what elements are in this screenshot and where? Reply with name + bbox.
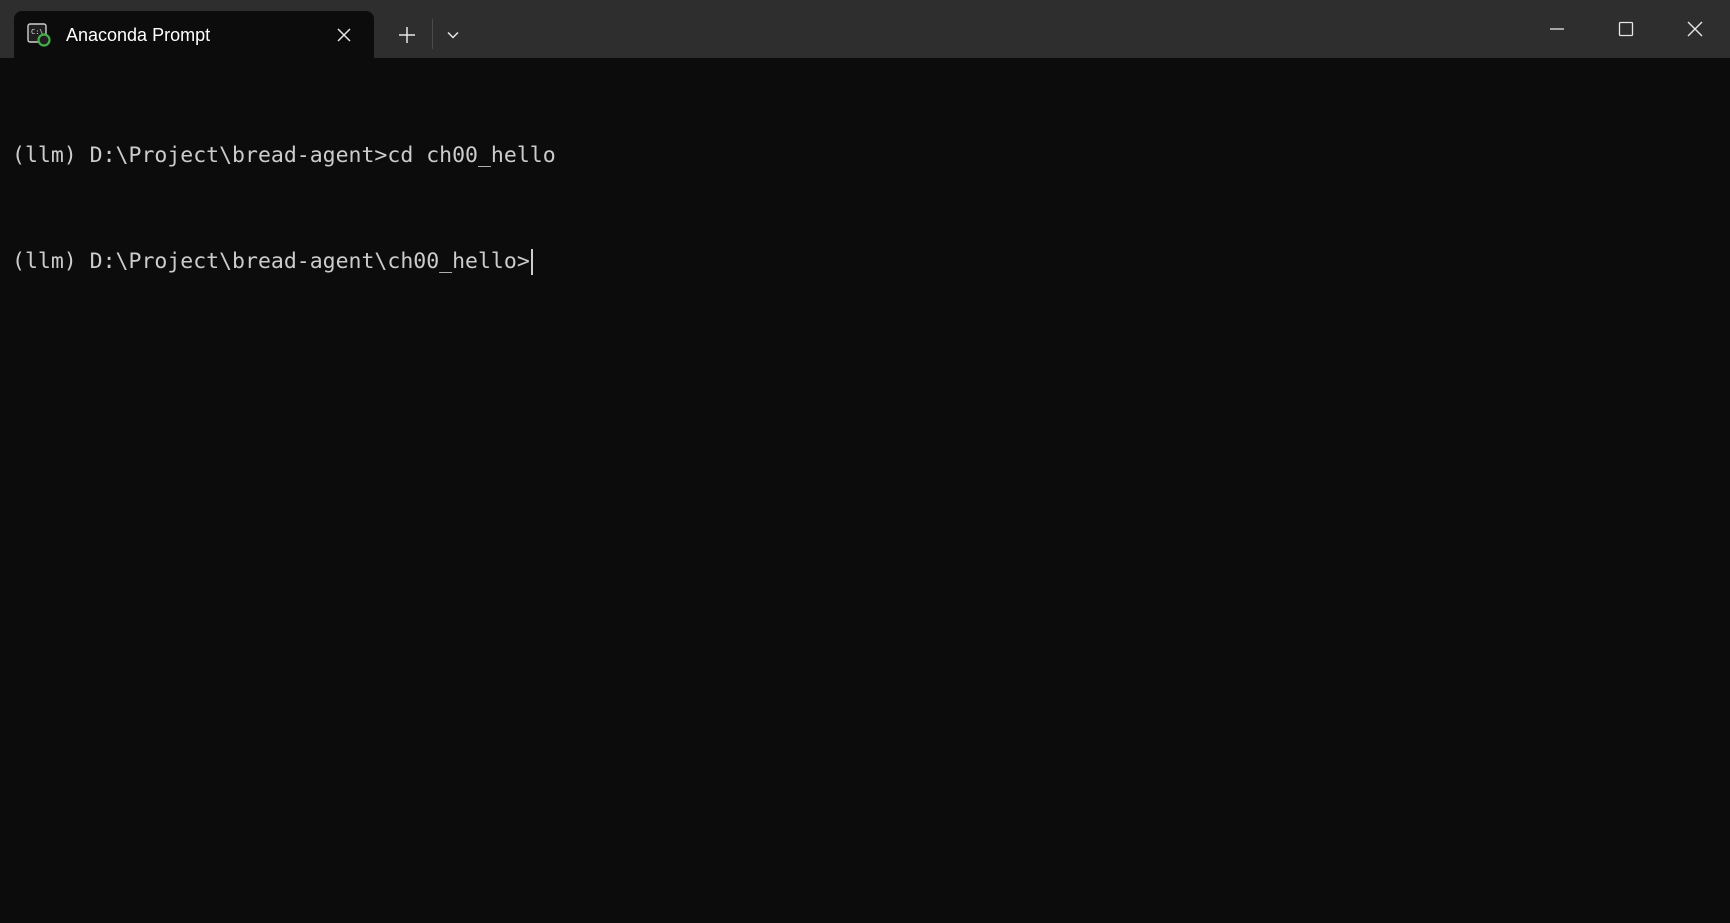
tab-anaconda-prompt[interactable]: C:\ Anaconda Prompt — [14, 11, 374, 58]
terminal-window: C:\ Anaconda Prompt (llm) D:\Project\bre… — [0, 0, 1730, 923]
title-bar[interactable]: C:\ Anaconda Prompt — [0, 0, 1730, 58]
terminal-line: (llm) D:\Project\bread-agent>cd ch00_hel… — [12, 143, 556, 168]
terminal-icon: C:\ — [27, 23, 51, 47]
terminal-prompt-line[interactable]: (llm) D:\Project\bread-agent\ch00_hello> — [12, 248, 1718, 276]
close-icon[interactable] — [332, 23, 356, 47]
prompt-text: (llm) D:\Project\bread-agent\ch00_hello> — [12, 249, 530, 274]
plus-icon[interactable] — [392, 20, 422, 50]
text-cursor — [530, 249, 533, 275]
terminal-output[interactable]: (llm) D:\Project\bread-agent>cd ch00_hel… — [12, 92, 1718, 923]
maximize-icon[interactable] — [1592, 0, 1660, 58]
chevron-down-icon[interactable] — [438, 20, 468, 50]
tab-title: Anaconda Prompt — [66, 25, 211, 45]
toolbar-divider — [432, 19, 433, 49]
close-icon[interactable] — [1661, 0, 1729, 58]
minimize-icon[interactable] — [1523, 0, 1591, 58]
